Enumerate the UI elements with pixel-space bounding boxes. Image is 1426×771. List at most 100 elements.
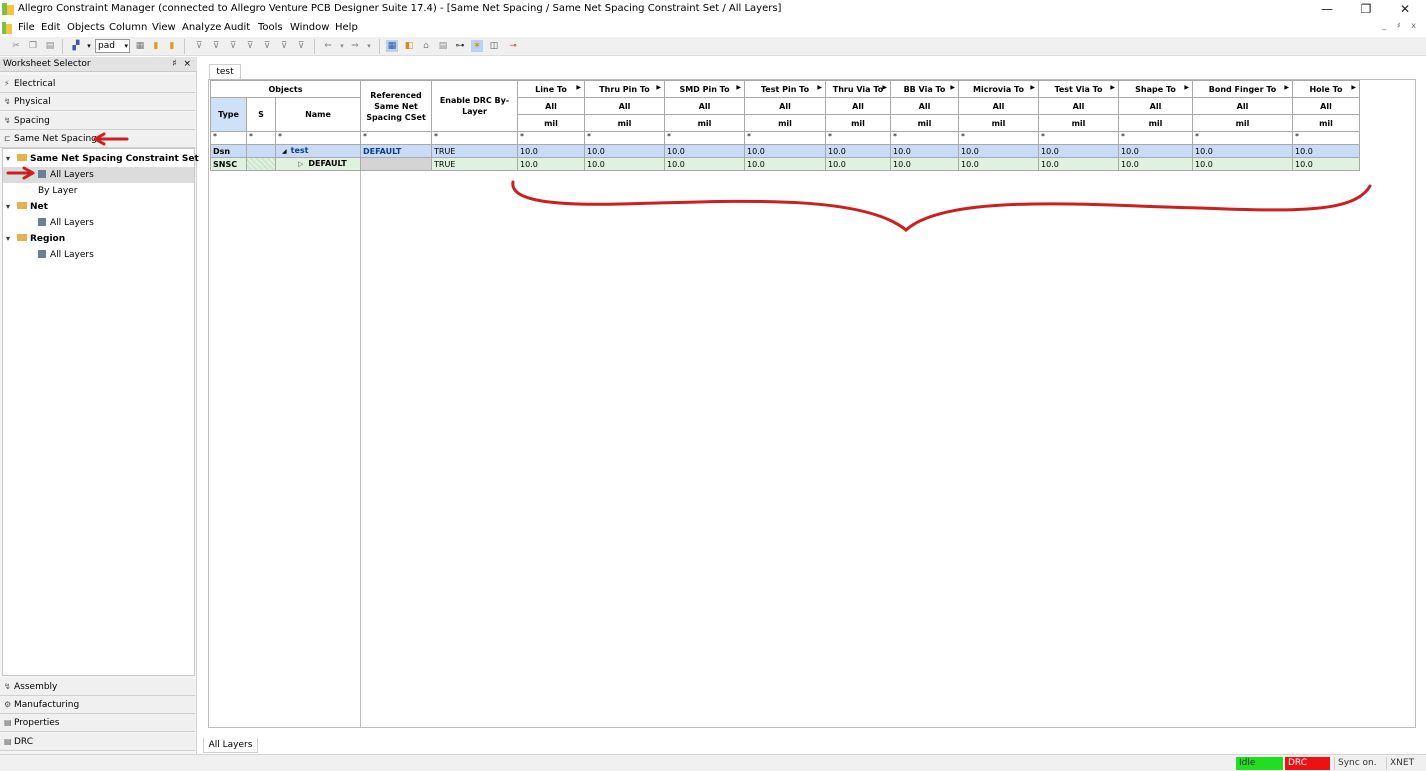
analyze-icon[interactable]: ✶: [471, 40, 483, 52]
value-cell[interactable]: 10.0: [825, 144, 891, 158]
expand-right-icon[interactable]: ▶: [1110, 84, 1115, 91]
document-icon[interactable]: [2, 22, 12, 34]
expand-right-icon[interactable]: ▶: [882, 84, 887, 91]
tree-node-region[interactable]: ▾ Region: [6, 231, 65, 247]
category-assembly[interactable]: ↯ Assembly: [0, 678, 195, 696]
expand-right-icon[interactable]: ▶: [576, 84, 581, 91]
value-cell[interactable]: 10.0: [1038, 157, 1119, 171]
row-enable-drc[interactable]: TRUE: [431, 157, 518, 171]
find-icon[interactable]: ▦: [134, 40, 146, 52]
value-cell[interactable]: 10.0: [664, 144, 745, 158]
tab-test[interactable]: test: [209, 64, 241, 79]
value-cell[interactable]: 10.0: [744, 144, 826, 158]
connect-icon[interactable]: ⊸: [505, 40, 521, 52]
filter-cell[interactable]: *: [584, 131, 665, 145]
expand-right-icon[interactable]: ▶: [656, 84, 661, 91]
table-row-snsc[interactable]: SNSC ▷ DEFAULT TRUE 10.0 10.0 10.0 10.0 1…: [210, 157, 1360, 171]
expand-right-icon[interactable]: ▶: [1184, 84, 1189, 91]
collapse-icon[interactable]: ◢: [282, 148, 287, 155]
category-same-net-spacing[interactable]: ⊏ Same Net Spacing: [0, 130, 195, 148]
value-cell[interactable]: 10.0: [664, 157, 745, 171]
value-cell[interactable]: 10.0: [1118, 157, 1193, 171]
filter-cell[interactable]: *: [275, 131, 361, 145]
category-properties[interactable]: ▤ Properties: [0, 714, 195, 732]
value-cell[interactable]: 10.0: [584, 144, 665, 158]
category-drc[interactable]: ▤ DRC: [0, 733, 195, 751]
menu-edit[interactable]: Edit: [41, 22, 60, 33]
filter-cell[interactable]: *: [431, 131, 518, 145]
filter-cell[interactable]: *: [210, 131, 247, 145]
menu-help[interactable]: Help: [335, 22, 358, 33]
col-microvia-to[interactable]: Microvia To ▶: [958, 80, 1039, 98]
menu-column[interactable]: Column: [109, 22, 147, 33]
pin-close-icon[interactable]: ♯ ×: [172, 57, 193, 72]
value-cell[interactable]: 10.0: [890, 144, 959, 158]
sync-icon[interactable]: ◫: [488, 40, 500, 52]
expand-icon[interactable]: ▷: [298, 160, 303, 168]
filter-cell[interactable]: *: [360, 131, 432, 145]
filter-cell[interactable]: *: [517, 131, 585, 145]
row-referenced-cset[interactable]: DEFAULT: [360, 144, 432, 158]
filter-cell[interactable]: *: [246, 131, 276, 145]
col-thru-pin-to[interactable]: Thru Pin To ▶: [584, 80, 665, 98]
select-icon[interactable]: ◧: [403, 40, 415, 52]
value-cell[interactable]: 10.0: [517, 157, 585, 171]
filter-type-dropdown-icon[interactable]: ▾: [83, 40, 95, 52]
filter-cell[interactable]: *: [1038, 131, 1119, 145]
menu-audit[interactable]: Audit: [224, 22, 250, 33]
s-header[interactable]: S: [246, 97, 276, 132]
expand-right-icon[interactable]: ▶: [1284, 84, 1289, 91]
filter-4-icon[interactable]: ⊽: [244, 40, 256, 52]
bookmark-icon[interactable]: ▮: [150, 40, 162, 52]
value-cell[interactable]: 10.0: [1192, 144, 1293, 158]
paste-icon[interactable]: ▤: [44, 40, 56, 52]
close-button[interactable]: ✕: [1385, 0, 1425, 19]
value-cell[interactable]: 10.0: [1292, 144, 1360, 158]
forward-arrow-icon[interactable]: ⇒: [349, 40, 361, 52]
expand-right-icon[interactable]: ▶: [736, 84, 741, 91]
col-shape-to[interactable]: Shape To ▶: [1118, 80, 1193, 98]
tree-node-region-all-layers[interactable]: All Layers: [38, 247, 94, 263]
filter-cell[interactable]: *: [1118, 131, 1193, 145]
value-cell[interactable]: 10.0: [1192, 157, 1293, 171]
status-drc[interactable]: DRC: [1285, 757, 1330, 770]
filter-5-icon[interactable]: ⊽: [261, 40, 273, 52]
col-test-pin-to[interactable]: Test Pin To ▶: [744, 80, 826, 98]
col-smd-pin-to[interactable]: SMD Pin To ▶: [664, 80, 745, 98]
filter-cell[interactable]: *: [958, 131, 1039, 145]
type-header[interactable]: Type: [210, 97, 247, 132]
tab-all-layers[interactable]: All Layers: [203, 738, 258, 753]
tree-node-same-net-spacing-cset[interactable]: ▾ Same Net Spacing Constraint Set: [6, 151, 199, 167]
category-spacing[interactable]: ↯ Spacing: [0, 112, 195, 130]
menu-window[interactable]: Window: [290, 22, 329, 33]
name-header[interactable]: Name: [275, 97, 361, 132]
object-type-select[interactable]: pad ▾: [95, 39, 130, 53]
filter-6-icon[interactable]: ⊽: [278, 40, 290, 52]
layer-icon[interactable]: ⌂: [420, 40, 432, 52]
menu-analyze[interactable]: Analyze: [182, 22, 221, 33]
row-name[interactable]: ◢ test: [275, 144, 361, 158]
row-name[interactable]: ▷ DEFAULT: [275, 157, 361, 171]
value-cell[interactable]: 10.0: [1292, 157, 1360, 171]
value-cell[interactable]: 10.0: [1118, 144, 1193, 158]
worksheet-view-icon[interactable]: ▦: [386, 40, 398, 52]
expand-right-icon[interactable]: ▶: [1351, 84, 1356, 91]
value-cell[interactable]: 10.0: [825, 157, 891, 171]
table-icon[interactable]: ▤: [437, 40, 449, 52]
filter-cell[interactable]: *: [664, 131, 745, 145]
tree-icon[interactable]: ⊶: [454, 40, 466, 52]
expand-right-icon[interactable]: ▶: [817, 84, 822, 91]
expand-right-icon[interactable]: ▶: [950, 84, 955, 91]
value-cell[interactable]: 10.0: [958, 157, 1039, 171]
tree-node-by-layer[interactable]: By Layer: [38, 183, 77, 199]
col-bb-via-to[interactable]: BB Via To ▶: [890, 80, 959, 98]
menu-view[interactable]: View: [152, 22, 176, 33]
filter-cell[interactable]: *: [744, 131, 826, 145]
col-hole-to[interactable]: Hole To ▶: [1292, 80, 1360, 98]
value-cell[interactable]: 10.0: [584, 157, 665, 171]
referenced-cset-header[interactable]: Referenced Same Net Spacing CSet: [360, 80, 432, 132]
copy-icon[interactable]: ❐: [27, 40, 39, 52]
col-line-to[interactable]: Line To ▶: [517, 80, 585, 98]
back-dropdown-icon[interactable]: ▾: [336, 40, 348, 52]
col-test-via-to[interactable]: Test Via To ▶: [1038, 80, 1119, 98]
